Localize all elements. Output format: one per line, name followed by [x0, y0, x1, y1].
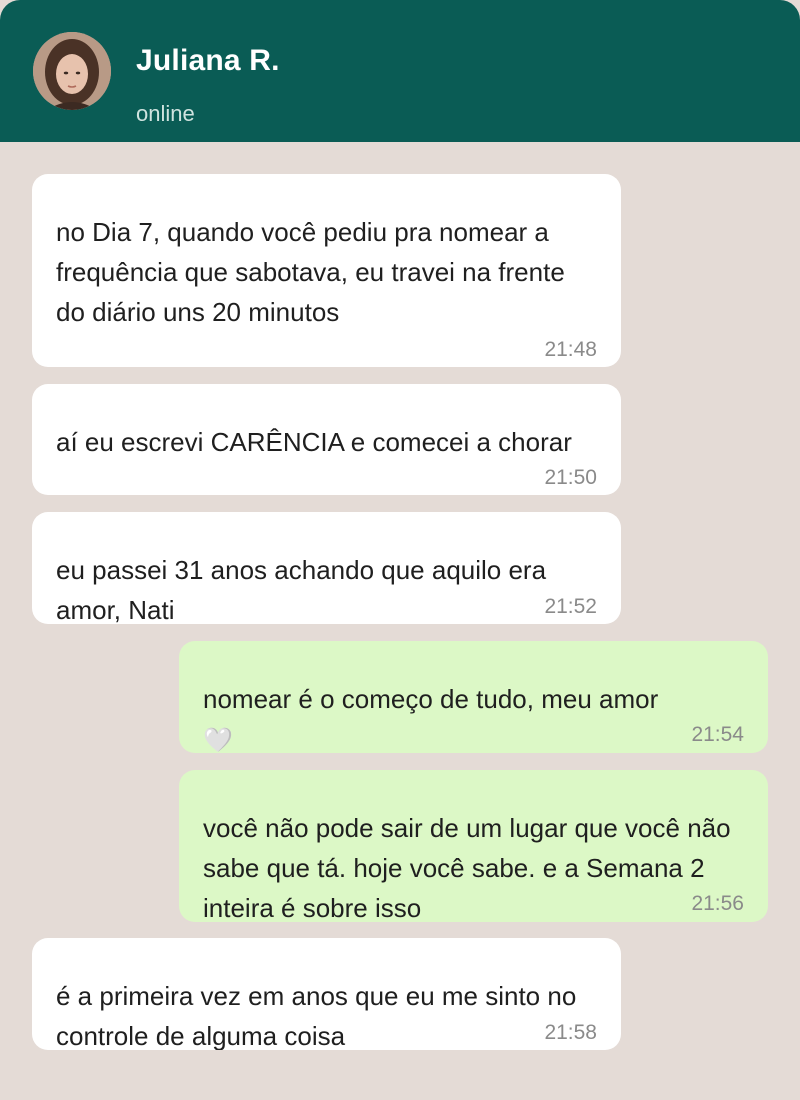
message-text: nomear é o começo de tudo, meu amor [203, 684, 659, 714]
message-bubble-outgoing[interactable]: você não pode sair de um lugar que você … [179, 770, 768, 922]
message-bubble-incoming[interactable]: eu passei 31 anos achando que aquilo era… [32, 512, 621, 624]
message-time: 21:50 [544, 466, 597, 489]
message-bubble-incoming[interactable]: é a primeira vez em anos que eu me sinto… [32, 938, 621, 1050]
message-bubble-incoming[interactable]: aí eu escrevi CARÊNCIA e comecei a chora… [32, 384, 621, 495]
message-time: 21:56 [691, 892, 744, 915]
chat-header: Juliana R. online [0, 0, 800, 142]
message-text: aí eu escrevi CARÊNCIA e comecei a chora… [56, 427, 572, 457]
message-time: 21:52 [544, 595, 597, 618]
contact-status: online [136, 101, 195, 126]
message-bubble-incoming[interactable]: no Dia 7, quando você pediu pra nomear a… [32, 174, 621, 367]
avatar[interactable] [33, 32, 111, 110]
message-time: 21:48 [544, 338, 597, 361]
contact-name: Juliana R. [136, 44, 280, 77]
message-time: 21:54 [691, 723, 744, 746]
message-bubble-outgoing[interactable]: nomear é o começo de tudo, meu amor 🤍 21… [179, 641, 768, 753]
message-text: você não pode sair de um lugar que você … [203, 813, 731, 922]
white-heart-icon: 🤍 [203, 727, 233, 753]
message-text: eu passei 31 anos achando que aquilo era… [56, 555, 547, 624]
avatar-portrait [33, 32, 111, 110]
message-text: é a primeira vez em anos que eu me sinto… [56, 981, 577, 1050]
message-time: 21:58 [544, 1021, 597, 1044]
message-text: no Dia 7, quando você pediu pra nomear a… [56, 217, 565, 327]
